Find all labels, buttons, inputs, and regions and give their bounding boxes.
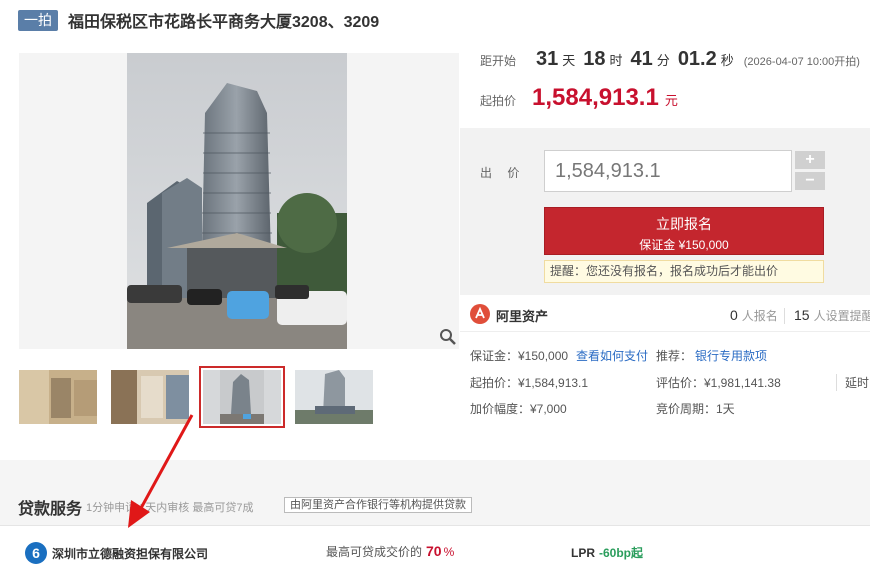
page-title: 福田保税区市花路长平商务大厦3208、3209 (68, 14, 380, 31)
countdown-seconds: 01.2 (677, 48, 717, 70)
platform-row: 阿里资产 0 人报名 15 人设置提醒 (460, 300, 870, 332)
signup-reminder: 提醒：您还没有报名，报名成功后才能出价 (544, 260, 824, 283)
signup-button[interactable]: 立即报名 保证金 ¥150,000 (544, 207, 824, 255)
bid-amount-input[interactable]: 1,584,913.1 (544, 150, 792, 192)
signup-count: 0 人报名 (730, 307, 778, 324)
lpr-label: LPR (571, 546, 595, 560)
thumbnail-3-selected[interactable] (199, 366, 285, 428)
reminder-count: 15 人设置提醒 (794, 307, 870, 324)
countdown-days: 31 (536, 48, 559, 70)
divider (784, 308, 785, 324)
deposit-info: 保证金：¥150,000 (470, 349, 569, 363)
countdown-minutes-unit: 分 (656, 53, 670, 68)
delay-info: 延时 (836, 374, 869, 391)
bid-increment: 加价幅度：¥7,000 (470, 402, 567, 416)
countdown-label: 距开始 (480, 54, 517, 68)
loan-ratio: 最高可贷成交价的 70% (326, 543, 454, 560)
reminder-count-number: 15 (794, 307, 810, 323)
main-image-viewer[interactable] (19, 53, 459, 349)
building-photo (127, 53, 347, 349)
bid-panel: 出 价 1,584,913.1 + − 立即报名 保证金 ¥150,000 提醒… (460, 128, 870, 295)
signup-count-label: 人报名 (741, 309, 778, 323)
bid-cycle: 竞价周期：1天 (656, 402, 735, 416)
thumbnail-4[interactable] (295, 370, 373, 424)
loan-provider-badge: 由阿里资产合作银行等机构提供贷款 (284, 497, 472, 513)
title-row: 一拍 福田保税区市花路长平商务大厦3208、3209 (18, 8, 379, 32)
lpr-value: -60bp起 (599, 546, 644, 560)
appraisal-price: 评估价：¥1,981,141.38 (656, 376, 781, 390)
lender-name[interactable]: 深圳市立德融资担保有限公司 (52, 545, 208, 562)
auction-round-tag: 一拍 (18, 9, 58, 31)
signup-button-label: 立即报名 (656, 216, 712, 232)
platform-name: 阿里资产 (496, 309, 549, 324)
countdown-hours-unit: 时 (609, 53, 623, 68)
thumbnail-1[interactable] (19, 370, 97, 424)
signup-deposit-label: 保证金 ¥150,000 (639, 238, 729, 252)
loan-header: 贷款服务 1分钟申请 1天内审核 最高可贷7成 由阿里资产合作银行等机构提供贷款 (0, 484, 870, 526)
reminder-count-label: 人设置提醒 (813, 309, 870, 323)
auction-page: 一拍 福田保税区市花路长平商务大厦3208、3209 距开始 31 天 18 时… (0, 0, 870, 582)
start-price-unit: 元 (664, 93, 678, 108)
loan-subtitle: 1分钟申请 1天内审核 最高可贷7成 (86, 502, 254, 514)
increase-bid-button[interactable]: + (795, 151, 825, 169)
recommend-link[interactable]: 银行专用款项 (695, 347, 767, 364)
lender-logo-icon: 6 (25, 542, 47, 564)
countdown-days-unit: 天 (562, 53, 576, 68)
start-price-label: 起拍价 (480, 94, 517, 108)
countdown-seconds-unit: 秒 (720, 53, 734, 68)
thumbnail-strip (19, 366, 387, 428)
start-time-note: (2026-04-07 10:00开拍) (743, 56, 860, 68)
thumbnail-2[interactable] (111, 370, 189, 424)
countdown: 距开始 31 天 18 时 41 分 01.2 秒 (2026-04-07 10… (480, 48, 860, 71)
signup-count-number: 0 (730, 307, 738, 323)
loan-ratio-value: 70 (426, 543, 442, 559)
ali-asset-logo-icon (470, 304, 490, 324)
decrease-bid-button[interactable]: − (795, 172, 825, 190)
zoom-icon[interactable] (439, 328, 457, 346)
start-price-detail: 起拍价：¥1,584,913.1 (470, 376, 589, 390)
start-price-row: 起拍价 1,584,913.1 元 (480, 84, 678, 112)
start-price-value: 1,584,913.1 (532, 84, 659, 111)
recommend-label: 推荐： (656, 349, 693, 363)
how-to-pay-link[interactable]: 查看如何支付 (576, 347, 648, 364)
countdown-minutes: 41 (630, 48, 653, 70)
loan-title: 贷款服务 (18, 501, 83, 518)
lpr-info: LPR -60bp起 (571, 544, 643, 561)
countdown-hours: 18 (583, 48, 606, 70)
bid-label: 出 价 (480, 166, 526, 180)
loan-ratio-label: 最高可贷成交价的 (326, 545, 423, 559)
loan-ratio-unit: % (443, 545, 455, 559)
section-separator (0, 460, 870, 484)
